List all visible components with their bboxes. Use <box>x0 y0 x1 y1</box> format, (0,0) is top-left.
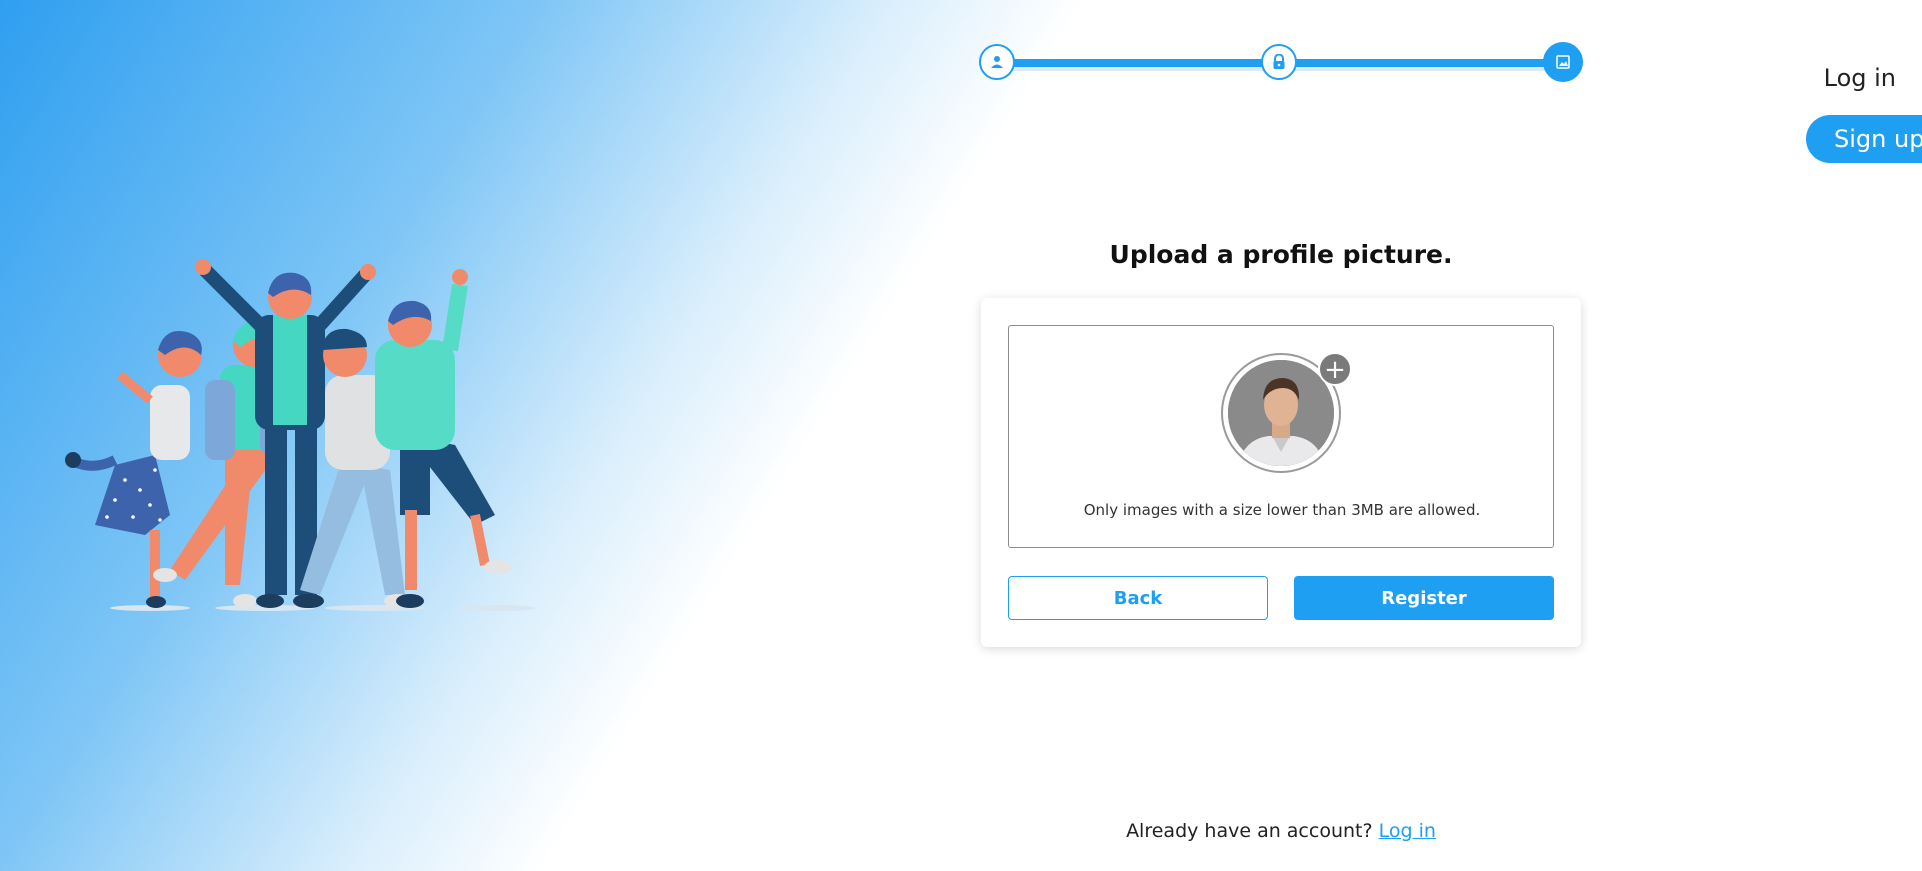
register-button[interactable]: Register <box>1294 576 1554 620</box>
avatar <box>1228 360 1334 466</box>
add-photo-button[interactable]: + <box>1318 352 1352 386</box>
page-title: Upload a profile picture. <box>1109 240 1453 269</box>
lock-icon <box>1273 54 1285 69</box>
upload-dropzone[interactable]: + Only images with a size lower than 3MB… <box>1008 325 1554 548</box>
footer-login-link[interactable]: Log in <box>1379 820 1436 842</box>
user-icon <box>991 56 1003 68</box>
step-account <box>979 44 1015 80</box>
login-prompt-text: Already have an account? <box>1126 820 1373 842</box>
back-button[interactable]: Back <box>1008 576 1268 620</box>
profile-photo <box>1228 360 1334 466</box>
registration-stepper <box>979 42 1583 84</box>
avatar-frame: + <box>1221 352 1352 473</box>
upload-card: + Only images with a size lower than 3MB… <box>981 298 1581 647</box>
header-signup-button[interactable]: Sign up <box>1806 115 1922 163</box>
step-connector-1 <box>997 59 1279 67</box>
header-login-link[interactable]: Log in <box>1824 64 1896 92</box>
image-icon <box>1556 55 1570 69</box>
step-security <box>1261 44 1297 80</box>
people-illustration <box>65 259 535 611</box>
upload-size-hint: Only images with a size lower than 3MB a… <box>1083 501 1481 519</box>
login-prompt: Already have an account? Log in <box>981 820 1581 842</box>
step-connector-2 <box>1279 59 1563 67</box>
step-profile-picture <box>1543 42 1583 82</box>
